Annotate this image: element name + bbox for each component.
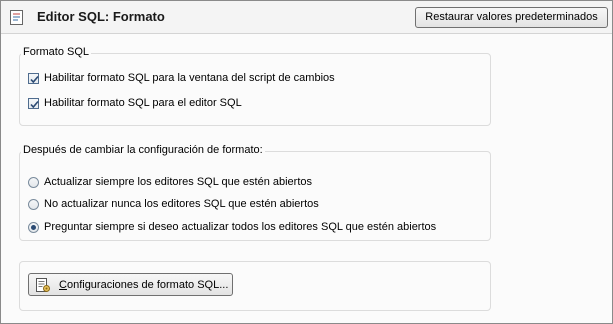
sql-document-icon — [10, 10, 23, 25]
never-update-label: No actualizar nunca los editores SQL que… — [44, 198, 319, 210]
always-update-label: Actualizar siempre los editores SQL que … — [44, 176, 313, 188]
format-settings-button[interactable]: Configuraciones de formato SQL... — [28, 273, 233, 296]
sql-format-group — [19, 53, 491, 126]
never-update-option[interactable]: No actualizar nunca los editores SQL que… — [28, 197, 319, 211]
enable-sql-editor-format-label: Habilitar formato SQL para el editor SQL — [44, 97, 242, 109]
options-panel: Editor SQL: Formato Restaurar valores pr… — [0, 0, 613, 324]
format-settings-icon — [35, 277, 51, 293]
always-update-radio[interactable] — [28, 176, 39, 188]
check-mark-icon — [30, 75, 39, 83]
enable-sql-editor-format-option[interactable]: Habilitar formato SQL para el editor SQL — [28, 96, 242, 110]
enable-change-script-format-checkbox[interactable] — [28, 72, 39, 84]
enable-change-script-format-label: Habilitar formato SQL para la ventana de… — [44, 72, 335, 84]
check-mark-icon — [30, 100, 39, 108]
never-update-radio[interactable] — [28, 198, 39, 210]
restore-defaults-button[interactable]: Restaurar valores predeterminados — [415, 7, 608, 28]
always-update-option[interactable]: Actualizar siempre los editores SQL que … — [28, 175, 312, 189]
after-change-group-label: Después de cambiar la configuración de f… — [21, 144, 265, 156]
sql-format-group-label: Formato SQL — [21, 46, 92, 58]
enable-change-script-format-option[interactable]: Habilitar formato SQL para la ventana de… — [28, 71, 335, 85]
always-ask-radio[interactable] — [28, 221, 39, 233]
format-settings-label: Configuraciones de formato SQL... — [59, 279, 228, 291]
format-settings-label-rest: onfiguraciones de formato SQL... — [66, 278, 229, 291]
page-title: Editor SQL: Formato — [37, 9, 165, 24]
panel-header: Editor SQL: Formato Restaurar valores pr… — [1, 1, 612, 34]
format-settings-mnemonic: C — [59, 278, 67, 291]
always-ask-label: Preguntar siempre si deseo actualizar to… — [44, 221, 437, 233]
always-ask-option[interactable]: Preguntar siempre si deseo actualizar to… — [28, 220, 436, 234]
enable-sql-editor-format-checkbox[interactable] — [28, 97, 39, 109]
